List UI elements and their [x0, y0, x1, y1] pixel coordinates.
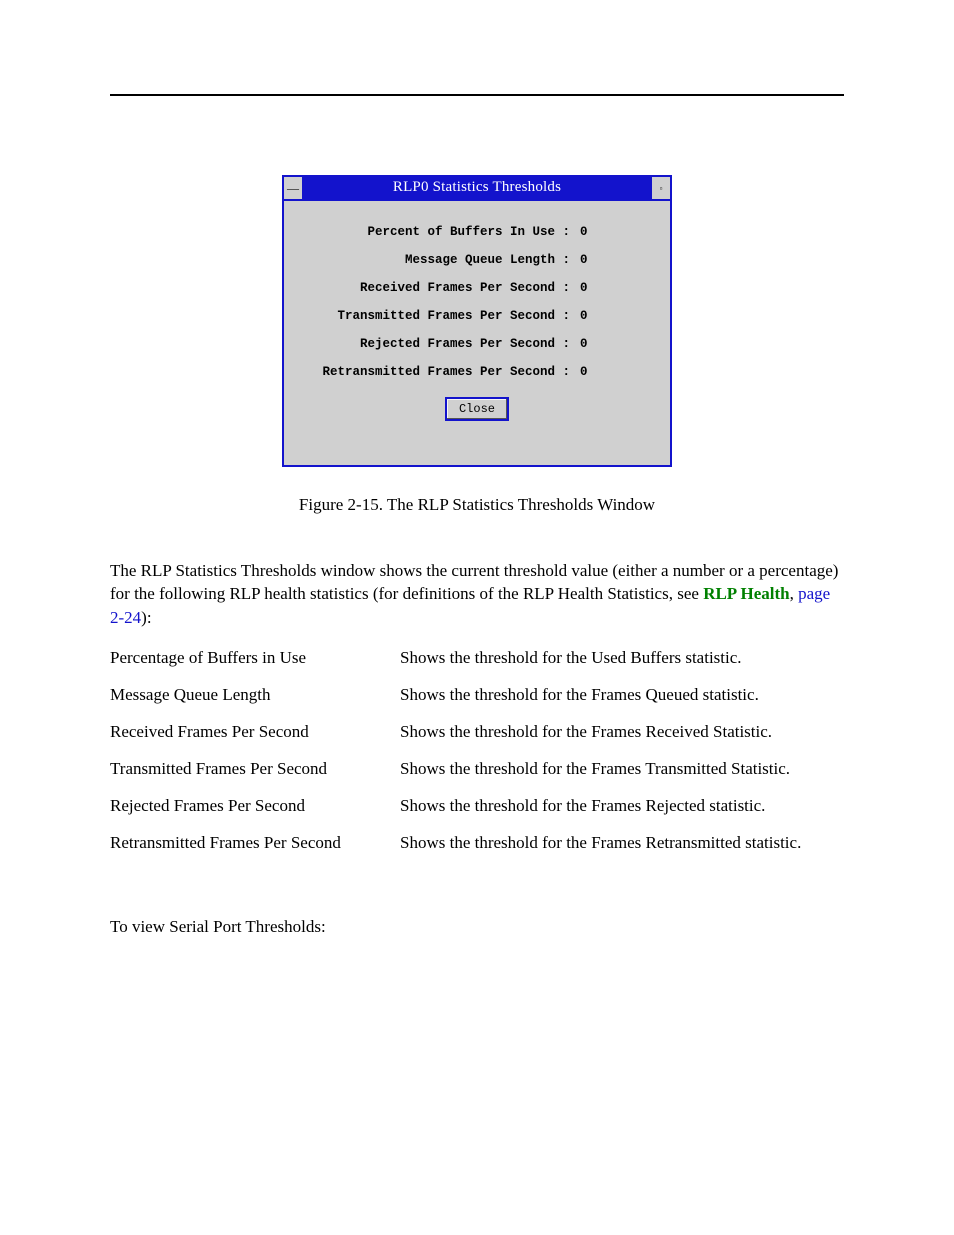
- definition-term: Percentage of Buffers in Use: [110, 647, 400, 670]
- stat-label: Received Frames Per Second :: [302, 281, 576, 295]
- stat-row: Percent of Buffers In Use : 0: [302, 225, 652, 239]
- statistics-thresholds-window: — RLP0 Statistics Thresholds ▫ Percent o…: [282, 175, 672, 467]
- para-text: ,: [790, 584, 799, 603]
- definition-row: Rejected Frames Per Second Shows the thr…: [110, 795, 844, 818]
- definition-term: Received Frames Per Second: [110, 721, 400, 744]
- stat-row: Rejected Frames Per Second : 0: [302, 337, 652, 351]
- definition-description: Shows the threshold for the Used Buffers…: [400, 647, 844, 670]
- stat-label: Message Queue Length :: [302, 253, 576, 267]
- stat-row: Received Frames Per Second : 0: [302, 281, 652, 295]
- stat-value: 0: [576, 309, 588, 323]
- definition-description: Shows the threshold for the Frames Trans…: [400, 758, 844, 781]
- stat-label: Rejected Frames Per Second :: [302, 337, 576, 351]
- definition-term: Retransmitted Frames Per Second: [110, 832, 400, 855]
- window-menu-button[interactable]: —: [284, 177, 304, 199]
- close-button[interactable]: Close: [445, 397, 509, 421]
- rlp-health-link[interactable]: RLP Health: [703, 584, 789, 603]
- figure-container: — RLP0 Statistics Thresholds ▫ Percent o…: [110, 175, 844, 467]
- stat-value: 0: [576, 225, 588, 239]
- definition-description: Shows the threshold for the Frames Queue…: [400, 684, 844, 707]
- window-titlebar: — RLP0 Statistics Thresholds ▫: [282, 175, 672, 201]
- definition-row: Retransmitted Frames Per Second Shows th…: [110, 832, 844, 855]
- stat-value: 0: [576, 337, 588, 351]
- figure-caption: Figure 2-15. The RLP Statistics Threshol…: [110, 495, 844, 515]
- definition-term: Transmitted Frames Per Second: [110, 758, 400, 781]
- definition-description: Shows the threshold for the Frames Recei…: [400, 721, 844, 744]
- definition-row: Transmitted Frames Per Second Shows the …: [110, 758, 844, 781]
- stat-value: 0: [576, 253, 588, 267]
- tail-paragraph: To view Serial Port Thresholds:: [110, 917, 844, 937]
- stat-value: 0: [576, 365, 588, 379]
- stat-row: Message Queue Length : 0: [302, 253, 652, 267]
- definition-row: Percentage of Buffers in Use Shows the t…: [110, 647, 844, 670]
- stat-label: Retransmitted Frames Per Second :: [302, 365, 576, 379]
- window-body: Percent of Buffers In Use : 0 Message Qu…: [282, 201, 672, 467]
- para-text: ):: [141, 608, 151, 627]
- definition-term: Rejected Frames Per Second: [110, 795, 400, 818]
- stat-label: Transmitted Frames Per Second :: [302, 309, 576, 323]
- header-rule: [110, 94, 844, 96]
- definition-row: Received Frames Per Second Shows the thr…: [110, 721, 844, 744]
- intro-paragraph: The RLP Statistics Thresholds window sho…: [110, 559, 844, 629]
- stat-label: Percent of Buffers In Use :: [302, 225, 576, 239]
- window-title: RLP0 Statistics Thresholds: [304, 177, 650, 199]
- definition-description: Shows the threshold for the Frames Retra…: [400, 832, 844, 855]
- definition-row: Message Queue Length Shows the threshold…: [110, 684, 844, 707]
- stat-row: Retransmitted Frames Per Second : 0: [302, 365, 652, 379]
- definition-term: Message Queue Length: [110, 684, 400, 707]
- definition-description: Shows the threshold for the Frames Rejec…: [400, 795, 844, 818]
- definition-list: Percentage of Buffers in Use Shows the t…: [110, 647, 844, 855]
- window-resize-button[interactable]: ▫: [650, 177, 670, 199]
- stat-row: Transmitted Frames Per Second : 0: [302, 309, 652, 323]
- stat-value: 0: [576, 281, 588, 295]
